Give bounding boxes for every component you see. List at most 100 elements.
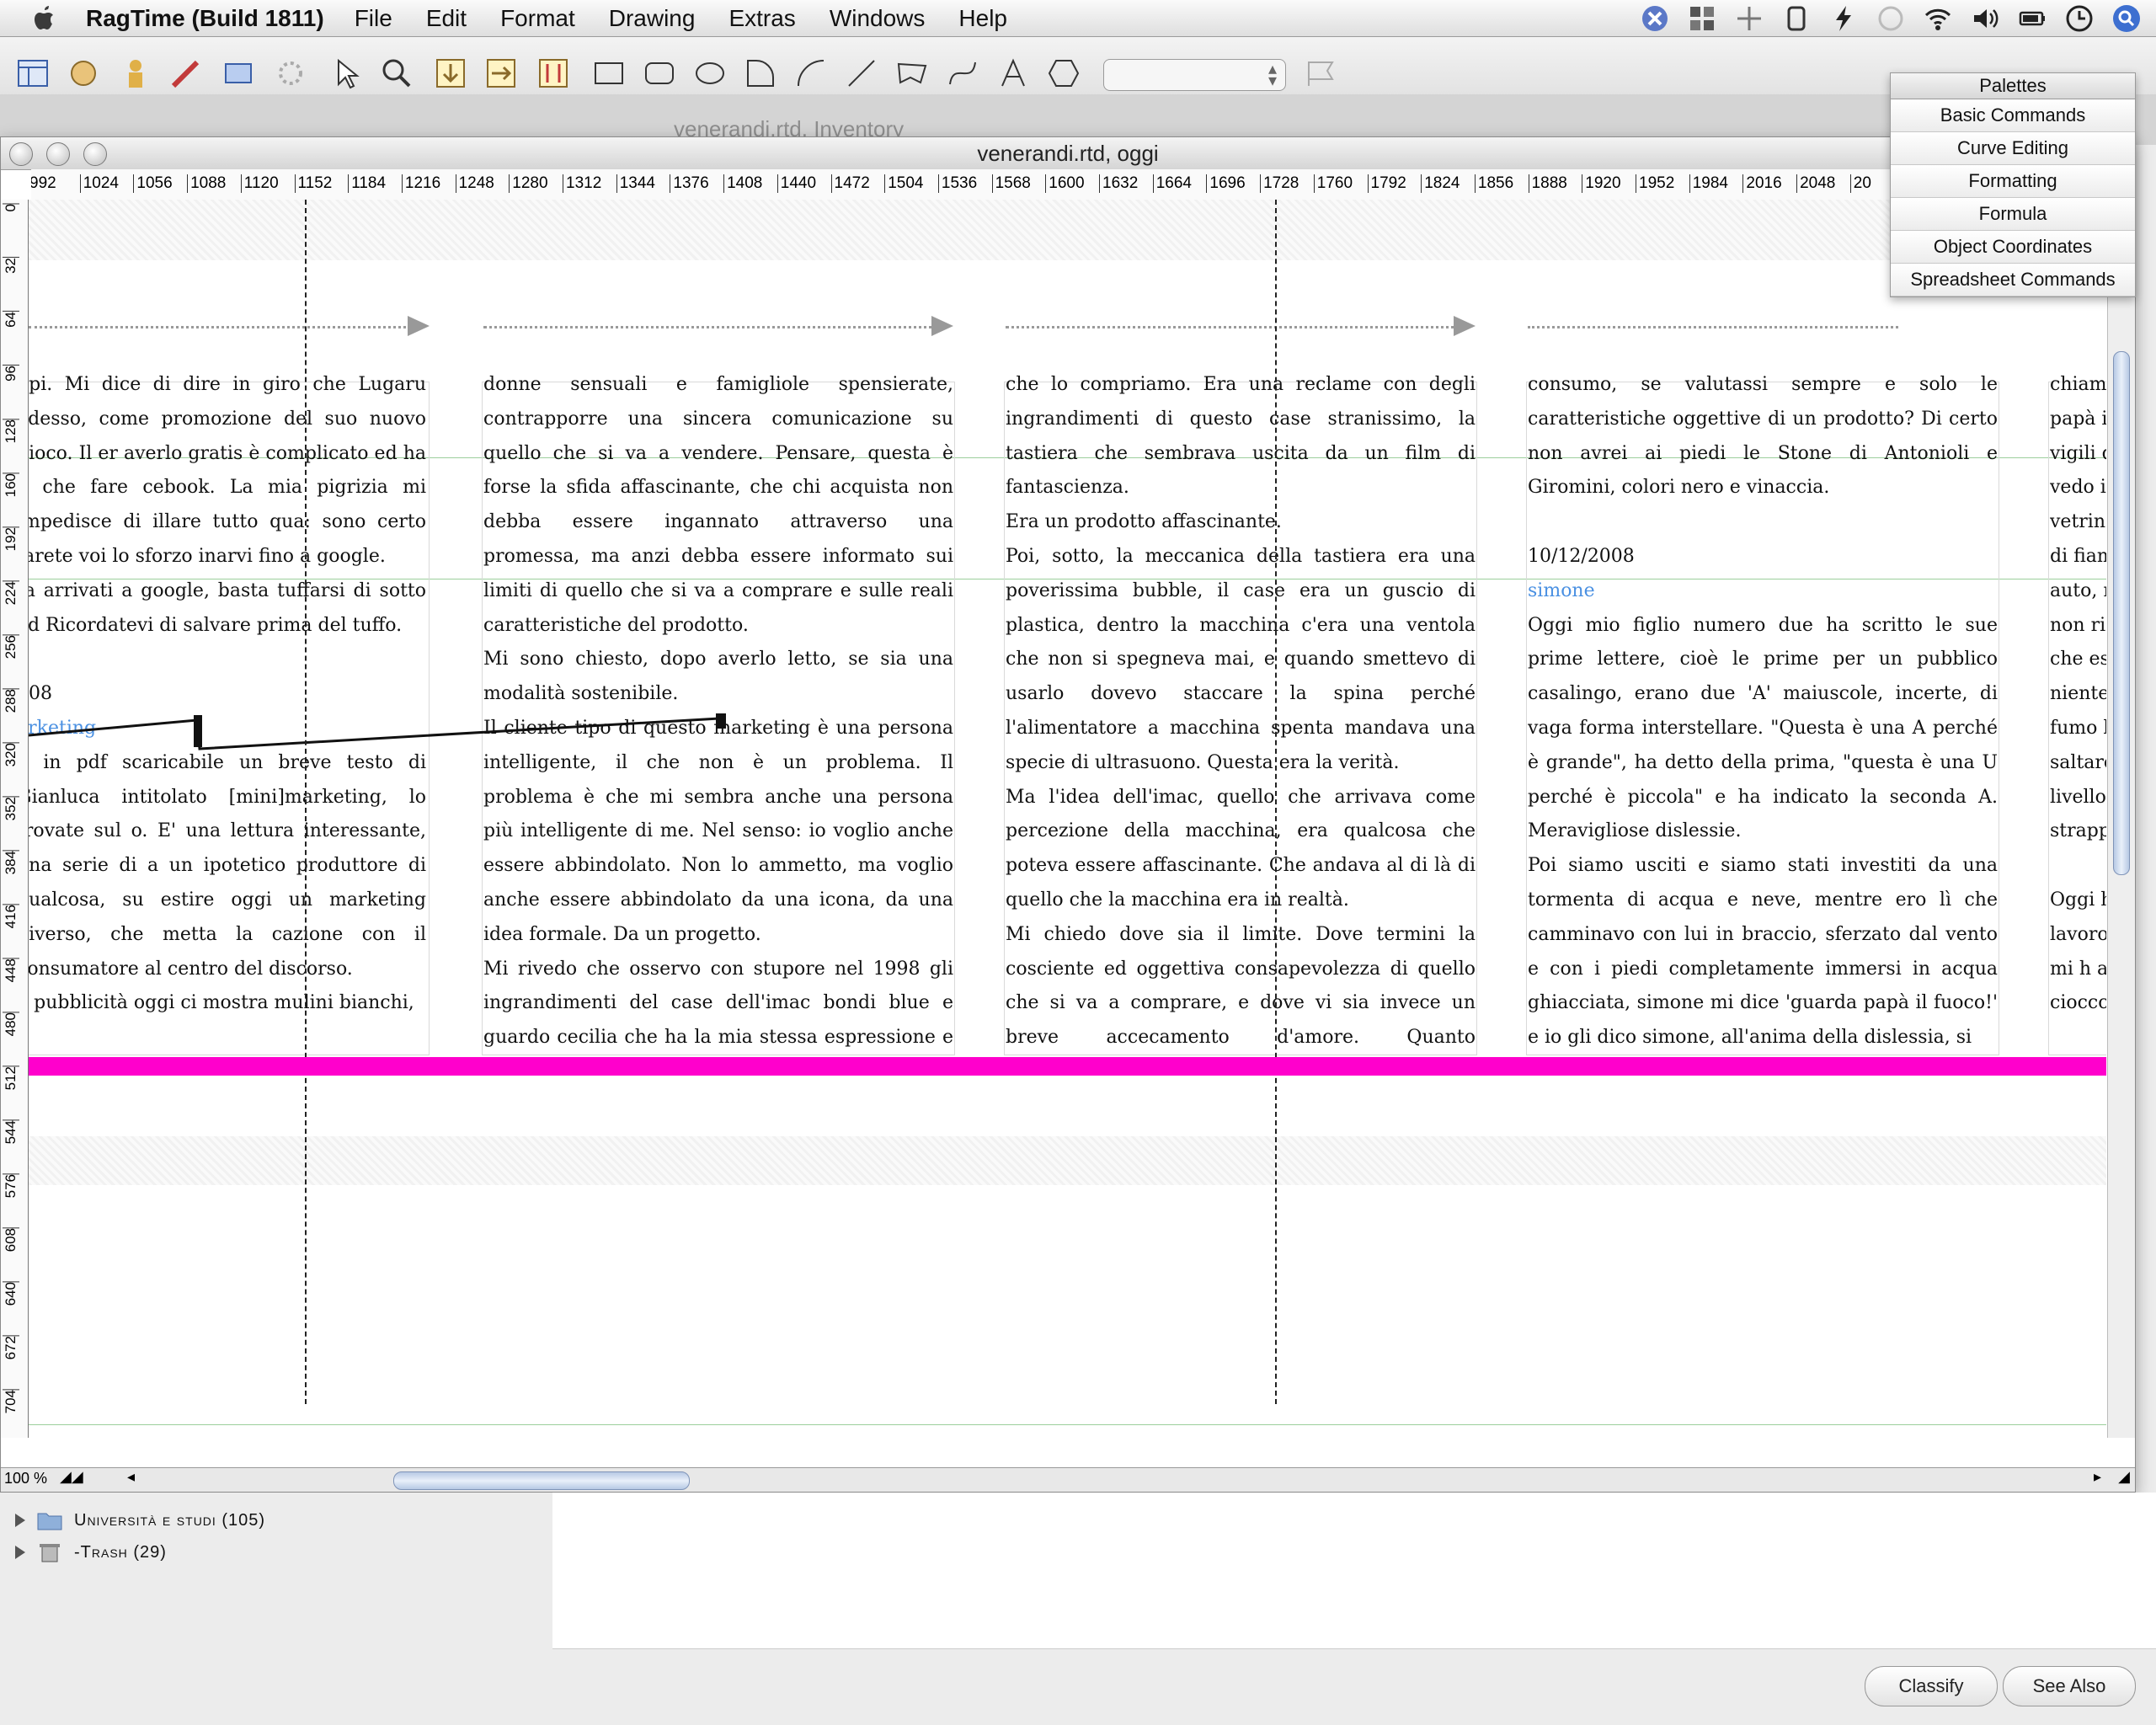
- paragraph: Poi siamo usciti e siamo stati investiti…: [1528, 855, 1998, 1049]
- person-icon[interactable]: [118, 56, 153, 91]
- vertical-ruler[interactable]: 0 32 64 96 128 160 192 224 256 288 320 352 384 416 448…: [1, 200, 29, 1438]
- phone-icon[interactable]: [1782, 4, 1811, 33]
- minimize-button[interactable]: [46, 142, 70, 166]
- hexagon-icon[interactable]: [1046, 56, 1081, 91]
- ruler-tick-label: 1568: [991, 174, 1031, 193]
- ruler-tick-label: 1792: [1367, 174, 1406, 193]
- menu-drawing[interactable]: Drawing: [609, 5, 696, 32]
- unlink-frame-icon[interactable]: [536, 56, 571, 91]
- zoom-level[interactable]: 100 %: [4, 1470, 47, 1487]
- spaces-icon[interactable]: [1641, 4, 1669, 33]
- source-list: Università e studi (105) -Trash (29): [0, 1493, 553, 1725]
- ruler-tick-label: 992: [31, 174, 56, 193]
- text-column-5[interactable]: chiama no papà i vigili d vedo il vetrin…: [2050, 368, 2106, 1055]
- ruler-tick-label: 1600: [1045, 174, 1085, 193]
- palette-curve-editing[interactable]: Curve Editing: [1891, 132, 2135, 165]
- menu-windows[interactable]: Windows: [830, 5, 926, 32]
- bezier-icon[interactable]: [945, 56, 980, 91]
- pencil-eraser-icon[interactable]: [168, 56, 204, 91]
- pointer-icon[interactable]: [328, 56, 364, 91]
- spotlight-icon[interactable]: [2112, 4, 2141, 33]
- layout-canvas[interactable]: upi. Mi dice di dire in giro che Lugaru …: [29, 200, 2106, 1438]
- link-connector: [29, 713, 726, 750]
- oval-icon[interactable]: [692, 56, 728, 91]
- paragraph: Oggi mio figlio numero due ha scritto le…: [1528, 614, 1998, 842]
- ruler-tick-label: 416: [3, 904, 19, 929]
- ruler-tick-label: 1728: [1260, 174, 1299, 193]
- zoom-out-icon[interactable]: ◢◢: [60, 1468, 83, 1486]
- menu-edit[interactable]: Edit: [426, 5, 467, 32]
- style-popup[interactable]: ▴ ▾: [1103, 59, 1286, 91]
- ruler-tick-label: 1376: [670, 174, 709, 193]
- horizontal-ruler[interactable]: 992 1024 1056 1088 1120 1152 1184 1216 1248 1280 1…: [31, 169, 2135, 200]
- arc-icon[interactable]: [793, 56, 829, 91]
- scroll-left-icon[interactable]: ◂: [127, 1468, 135, 1486]
- window-bottom-bar: 100 % ◢◢ ◂ ▸ ◢: [1, 1467, 2135, 1492]
- horizontal-scroll-thumb[interactable]: [393, 1471, 690, 1490]
- ruler-tick-label: 1824: [1421, 174, 1460, 193]
- flag-icon[interactable]: [1304, 56, 1339, 91]
- menu-file[interactable]: File: [355, 5, 392, 32]
- ruler-tick-label: 1312: [563, 174, 601, 193]
- ruler-tick-label: 0: [3, 203, 19, 212]
- sidebar-item-trash[interactable]: -Trash (29): [15, 1538, 167, 1567]
- menu-extras[interactable]: Extras: [728, 5, 795, 32]
- disclosure-triangle-icon[interactable]: [15, 1546, 25, 1559]
- text-column-4[interactable]: consumo, se valutassi sempre e solo le c…: [1528, 368, 1998, 1055]
- text-tool-icon[interactable]: [995, 56, 1031, 91]
- ruler-tick-label: 1120: [240, 174, 279, 193]
- sidebar-item-universita[interactable]: Università e studi (105): [15, 1506, 265, 1535]
- pattern-icon[interactable]: [273, 56, 308, 91]
- apple-icon[interactable]: [30, 3, 61, 34]
- text-frame-icon[interactable]: [433, 56, 468, 91]
- ruler-tick-label: 1760: [1313, 174, 1353, 193]
- move-icon[interactable]: [1735, 4, 1764, 33]
- rectangle-icon[interactable]: [591, 56, 627, 91]
- button-strip: Classify See Also: [552, 1648, 2156, 1725]
- palette-spreadsheet-commands[interactable]: Spreadsheet Commands: [1891, 264, 2135, 296]
- app-name-menu[interactable]: RagTime (Build 1811): [86, 5, 324, 32]
- resize-grip-icon[interactable]: ◢: [2118, 1468, 2130, 1486]
- wifi-icon[interactable]: [1924, 4, 1952, 33]
- palette-basic-commands[interactable]: Basic Commands: [1891, 99, 2135, 132]
- see-also-button[interactable]: See Also: [2003, 1666, 2136, 1706]
- menu-format[interactable]: Format: [500, 5, 575, 32]
- text-column-3[interactable]: che lo compriamo. Era una reclame con de…: [1006, 368, 1476, 1055]
- window-titlebar[interactable]: venerandi.rtd, oggi: [1, 137, 2135, 170]
- volume-icon[interactable]: [1971, 4, 1999, 33]
- layout-icon[interactable]: [15, 56, 51, 91]
- vertical-scroll-thumb[interactable]: [2113, 351, 2130, 875]
- magenta-rule[interactable]: [29, 1057, 2106, 1076]
- ruler-tick-label: 64: [3, 311, 19, 328]
- post-title-link[interactable]: simone: [1528, 574, 1998, 609]
- rotate-icon[interactable]: [66, 56, 101, 91]
- rounded-rect-icon[interactable]: [642, 56, 677, 91]
- grid-icon[interactable]: [1688, 4, 1716, 33]
- stack-icon[interactable]: [221, 56, 256, 91]
- document-window: venerandi.rtd, oggi 992 1024 1056 1088 1120 1…: [0, 136, 2136, 1493]
- zoom-button[interactable]: [83, 142, 107, 166]
- line-icon[interactable]: [844, 56, 879, 91]
- polygon-icon[interactable]: [894, 56, 930, 91]
- ruler-tick-label: 1536: [937, 174, 977, 193]
- clock-icon[interactable]: [2065, 4, 2094, 33]
- palettes-header[interactable]: Palettes: [1891, 73, 2135, 99]
- window-title: venerandi.rtd, oggi: [977, 141, 1159, 166]
- zoom-icon[interactable]: [379, 56, 414, 91]
- sector-icon[interactable]: [743, 56, 778, 91]
- palette-formula[interactable]: Formula: [1891, 198, 2135, 231]
- palette-formatting[interactable]: Formatting: [1891, 165, 2135, 198]
- close-button[interactable]: [9, 142, 33, 166]
- moon-icon[interactable]: [1876, 4, 1905, 33]
- disclosure-triangle-icon[interactable]: [15, 1514, 25, 1527]
- scroll-right-icon[interactable]: ▸: [2094, 1468, 2101, 1486]
- vertical-scrollbar[interactable]: [2107, 200, 2135, 1438]
- link-frame-icon[interactable]: [483, 56, 519, 91]
- menu-help[interactable]: Help: [958, 5, 1007, 32]
- ruler-tick-label: 1888: [1528, 174, 1567, 193]
- bolt-icon[interactable]: [1829, 4, 1858, 33]
- battery-icon[interactable]: [2018, 4, 2047, 33]
- palette-object-coordinates[interactable]: Object Coordinates: [1891, 231, 2135, 264]
- paragraph: Ma l'idea dell'imac, quello che arrivava…: [1006, 786, 1476, 911]
- classify-button[interactable]: Classify: [1865, 1666, 1998, 1706]
